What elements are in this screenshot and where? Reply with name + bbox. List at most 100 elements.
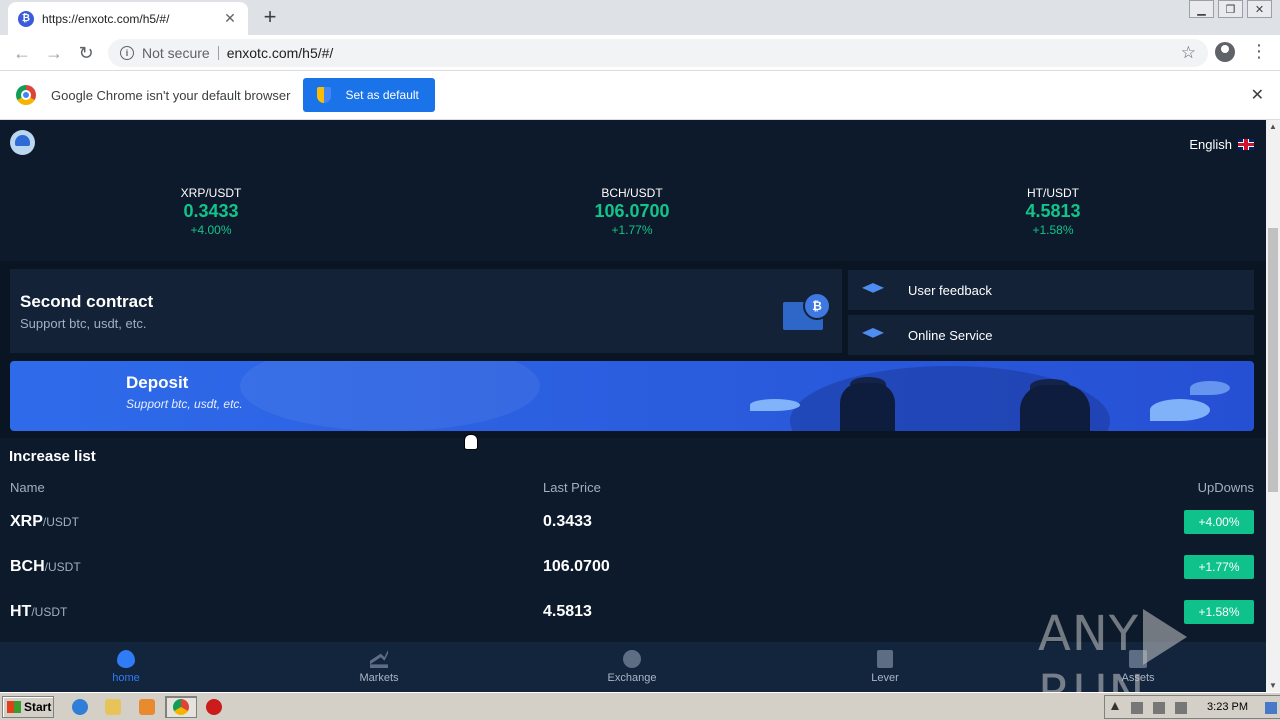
- exchange-icon: [623, 650, 641, 668]
- nav-lever[interactable]: Lever: [825, 642, 945, 692]
- person-illustration: [1020, 385, 1090, 431]
- ticker-price: 106.0700: [594, 201, 670, 221]
- row-base: HT: [10, 603, 32, 620]
- opera-icon[interactable]: [206, 699, 222, 715]
- nav-markets[interactable]: Markets: [319, 642, 439, 692]
- leaf-illustration: [1150, 399, 1210, 421]
- info-icon[interactable]: i: [120, 46, 134, 60]
- ticker-strip: XRP/USDT 0.3433 +4.00% BCH/USDT 106.0700…: [0, 186, 1266, 237]
- show-desktop-icon[interactable]: [1265, 702, 1277, 714]
- nav-home[interactable]: home: [66, 642, 186, 692]
- flag-icon[interactable]: [1175, 702, 1187, 714]
- change-badge: +4.00%: [1184, 510, 1254, 534]
- banner-decoration: [240, 361, 540, 431]
- folder-icon[interactable]: [105, 699, 121, 715]
- tab-strip: ₿ https://enxotc.com/h5/#/ ✕ + ▁ ❐ ✕: [0, 0, 1280, 35]
- row-price: 106.0700: [543, 558, 610, 575]
- start-label: Start: [24, 700, 52, 714]
- system-tray: 3:23 PM: [1104, 695, 1280, 719]
- chart-icon: [370, 650, 388, 668]
- browser-toolbar: ← → ↻ i Not secure enxotc.com/h5/#/ ☆ ⋮: [0, 35, 1280, 71]
- set-as-default-button[interactable]: Set as default: [303, 78, 435, 112]
- flame-icon: [117, 650, 135, 668]
- back-arrow-icon[interactable]: ←: [10, 41, 34, 65]
- bitcoin-icon: ₿: [18, 10, 34, 27]
- column-header-updowns: UpDowns: [1197, 480, 1254, 495]
- second-contract-card[interactable]: Second contract Support btc, usdt, etc. …: [10, 269, 842, 353]
- bitcoin-coin-icon: ₿: [803, 292, 831, 320]
- deposit-subtitle: Support btc, usdt, etc.: [126, 397, 243, 411]
- nav-exchange[interactable]: Exchange: [572, 642, 692, 692]
- bookmark-star-icon[interactable]: ☆: [1181, 43, 1196, 63]
- row-base: XRP: [10, 513, 43, 530]
- ticker-bch[interactable]: BCH/USDT 106.0700 +1.77%: [532, 186, 732, 237]
- nav-label: Lever: [871, 672, 899, 684]
- column-header-last-price: Last Price: [543, 480, 601, 495]
- uk-flag-icon: [1238, 139, 1254, 150]
- reload-icon[interactable]: ↻: [74, 41, 98, 65]
- table-row[interactable]: XRP/USDT 0.3433 +4.00%: [0, 510, 1266, 555]
- ticker-xrp[interactable]: XRP/USDT 0.3433 +4.00%: [111, 186, 311, 237]
- row-pair: HT/USDT: [10, 600, 67, 624]
- forward-arrow-icon[interactable]: →: [42, 41, 66, 65]
- security-label[interactable]: Not secure: [142, 46, 219, 60]
- increase-list-title: Increase list: [9, 448, 96, 465]
- ticker-change: +1.58%: [1032, 223, 1074, 237]
- new-tab-button[interactable]: +: [258, 4, 282, 30]
- default-browser-infobar: Google Chrome isn't your default browser…: [0, 71, 1280, 120]
- language-label: English: [1189, 137, 1232, 152]
- ie-icon[interactable]: [72, 699, 88, 715]
- close-window-button[interactable]: ✕: [1247, 0, 1272, 18]
- address-bar[interactable]: i Not secure enxotc.com/h5/#/ ☆: [108, 39, 1208, 67]
- table-row[interactable]: BCH/USDT 106.0700 +1.77%: [0, 555, 1266, 600]
- graduation-cap-icon: [862, 328, 884, 338]
- nav-label: Markets: [359, 672, 399, 684]
- ticker-change: +1.77%: [611, 223, 653, 237]
- side-link-label: User feedback: [908, 282, 992, 298]
- bitcoin-card-icon: ₿: [783, 292, 835, 332]
- close-tab-icon[interactable]: ✕: [222, 10, 238, 27]
- ticker-ht[interactable]: HT/USDT 4.5813 +1.58%: [953, 186, 1153, 237]
- start-button[interactable]: Start: [2, 696, 54, 718]
- online-service-link[interactable]: Online Service: [848, 315, 1254, 355]
- column-header-name: Name: [10, 480, 45, 495]
- profile-icon[interactable]: [1215, 42, 1235, 62]
- document-icon: [877, 650, 893, 668]
- network-icon[interactable]: [1153, 702, 1165, 714]
- tab-title: https://enxotc.com/h5/#/: [42, 11, 170, 26]
- ticker-price: 4.5813: [1025, 201, 1081, 221]
- media-player-icon[interactable]: [139, 699, 155, 715]
- ticker-pair: HT/USDT: [1027, 186, 1079, 200]
- row-base: BCH: [10, 558, 45, 575]
- window-controls: ▁ ❐ ✕: [1185, 0, 1272, 18]
- speaker-icon[interactable]: [1131, 702, 1143, 714]
- side-link-label: Online Service: [908, 327, 993, 343]
- nav-label: home: [112, 672, 140, 684]
- contract-title: Second contract: [20, 292, 154, 311]
- deposit-title: Deposit: [126, 373, 189, 392]
- leaf-illustration: [1190, 381, 1230, 395]
- shield-icon: [317, 87, 332, 103]
- row-quote: /USDT: [31, 605, 68, 619]
- row-quote: /USDT: [44, 560, 81, 574]
- row-pair: BCH/USDT: [10, 555, 81, 579]
- clock: 3:23 PM: [1207, 701, 1248, 713]
- restore-button[interactable]: ❐: [1218, 0, 1243, 18]
- scroll-thumb[interactable]: [1268, 228, 1278, 492]
- site-logo[interactable]: [10, 130, 35, 155]
- close-infobar-icon[interactable]: ✕: [1251, 85, 1264, 105]
- menu-kebab-icon[interactable]: ⋮: [1250, 41, 1268, 61]
- chrome-icon[interactable]: [173, 699, 189, 715]
- change-badge: +1.77%: [1184, 555, 1254, 579]
- tray-expand-icon[interactable]: [1111, 702, 1119, 710]
- language-selector[interactable]: English: [1189, 137, 1254, 152]
- scroll-up-arrow-icon[interactable]: ▲: [1269, 122, 1277, 131]
- person-illustration: [840, 383, 895, 431]
- url-text[interactable]: enxotc.com/h5/#/: [227, 45, 1181, 61]
- minimize-button[interactable]: ▁: [1189, 0, 1214, 18]
- deposit-banner[interactable]: Deposit Support btc, usdt, etc.: [10, 361, 1254, 431]
- windows-logo-icon: [7, 701, 21, 713]
- user-feedback-link[interactable]: User feedback: [848, 270, 1254, 310]
- row-pair: XRP/USDT: [10, 510, 79, 534]
- browser-tab[interactable]: ₿ https://enxotc.com/h5/#/ ✕: [8, 2, 248, 35]
